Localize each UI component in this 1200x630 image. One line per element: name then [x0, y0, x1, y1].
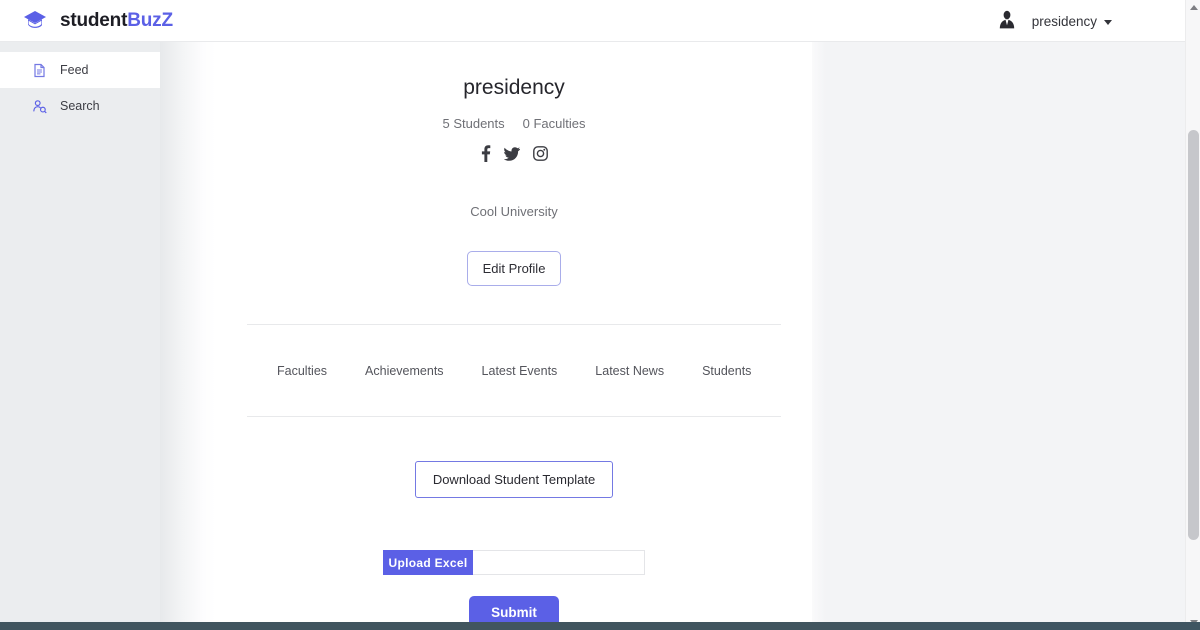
profile-stats: 5 Students 0 Faculties [216, 116, 812, 131]
profile-tabs: Faculties Achievements Latest Events Lat… [247, 325, 781, 416]
vertical-scrollbar-thumb[interactable] [1188, 130, 1199, 540]
page-title: presidency [463, 76, 565, 99]
profile-card: presidency 5 Students 0 Faculties Cool Un… [216, 42, 812, 630]
tab-students[interactable]: Students [702, 364, 751, 378]
sidebar-card-gutter [160, 42, 216, 630]
brand-title-part1: student [60, 9, 128, 31]
instagram-link[interactable] [533, 146, 548, 161]
document-icon [34, 63, 45, 77]
sidebar-item-search[interactable]: Search [0, 88, 160, 124]
instagram-icon [533, 146, 548, 161]
upload-file-input[interactable] [473, 550, 645, 575]
chevron-down-icon [1104, 19, 1112, 25]
social-links [216, 145, 812, 162]
brand-title: studentBuzZ [60, 10, 173, 32]
tabs-divider-bottom [247, 416, 781, 417]
card-right-gutter [812, 42, 826, 630]
download-student-template-button[interactable]: Download Student Template [414, 461, 614, 498]
graduation-cap-icon [24, 10, 46, 29]
students-count: 5 Students [442, 116, 505, 131]
person-search-icon [33, 99, 47, 113]
upload-excel-row: Upload Excel [216, 550, 812, 575]
vertical-scrollbar[interactable] [1185, 0, 1200, 630]
upload-excel-button[interactable]: Upload Excel [383, 550, 473, 575]
tab-achievements[interactable]: Achievements [365, 364, 444, 378]
user-menu[interactable]: presidency [994, 0, 1112, 42]
user-menu-label: presidency [1031, 13, 1097, 29]
top-navbar: studentBuzZ presidency [0, 0, 1200, 42]
sidebar-item-search-label: Search [60, 99, 100, 113]
horizontal-scrollbar[interactable] [0, 622, 1200, 630]
organization-name: Cool University [470, 204, 558, 219]
twitter-icon [504, 146, 520, 161]
sidebar: Feed Search [0, 42, 160, 622]
facebook-icon [481, 145, 491, 162]
user-avatar-icon [999, 10, 1014, 29]
edit-profile-wrap: Edit Profile [216, 251, 812, 286]
faculties-count: 0 Faculties [522, 116, 586, 131]
tab-latest-events[interactable]: Latest Events [482, 364, 558, 378]
tab-latest-news[interactable]: Latest News [595, 364, 664, 378]
sidebar-item-feed[interactable]: Feed [0, 52, 160, 88]
edit-profile-button[interactable]: Edit Profile [466, 251, 562, 286]
twitter-link[interactable] [504, 146, 520, 161]
file-upload-group: Upload Excel [383, 550, 645, 575]
sidebar-top-spacer [0, 42, 160, 52]
scroll-up-arrow-icon[interactable] [1186, 0, 1200, 15]
download-template-wrap: Download Student Template [216, 461, 812, 498]
facebook-link[interactable] [480, 145, 491, 162]
tab-faculties[interactable]: Faculties [277, 364, 327, 378]
brand-title-part2: BuzZ [127, 9, 173, 31]
sidebar-item-feed-label: Feed [60, 63, 89, 77]
brand-logo-group[interactable]: studentBuzZ [22, 8, 173, 34]
horizontal-scrollbar-thumb[interactable] [0, 622, 920, 630]
